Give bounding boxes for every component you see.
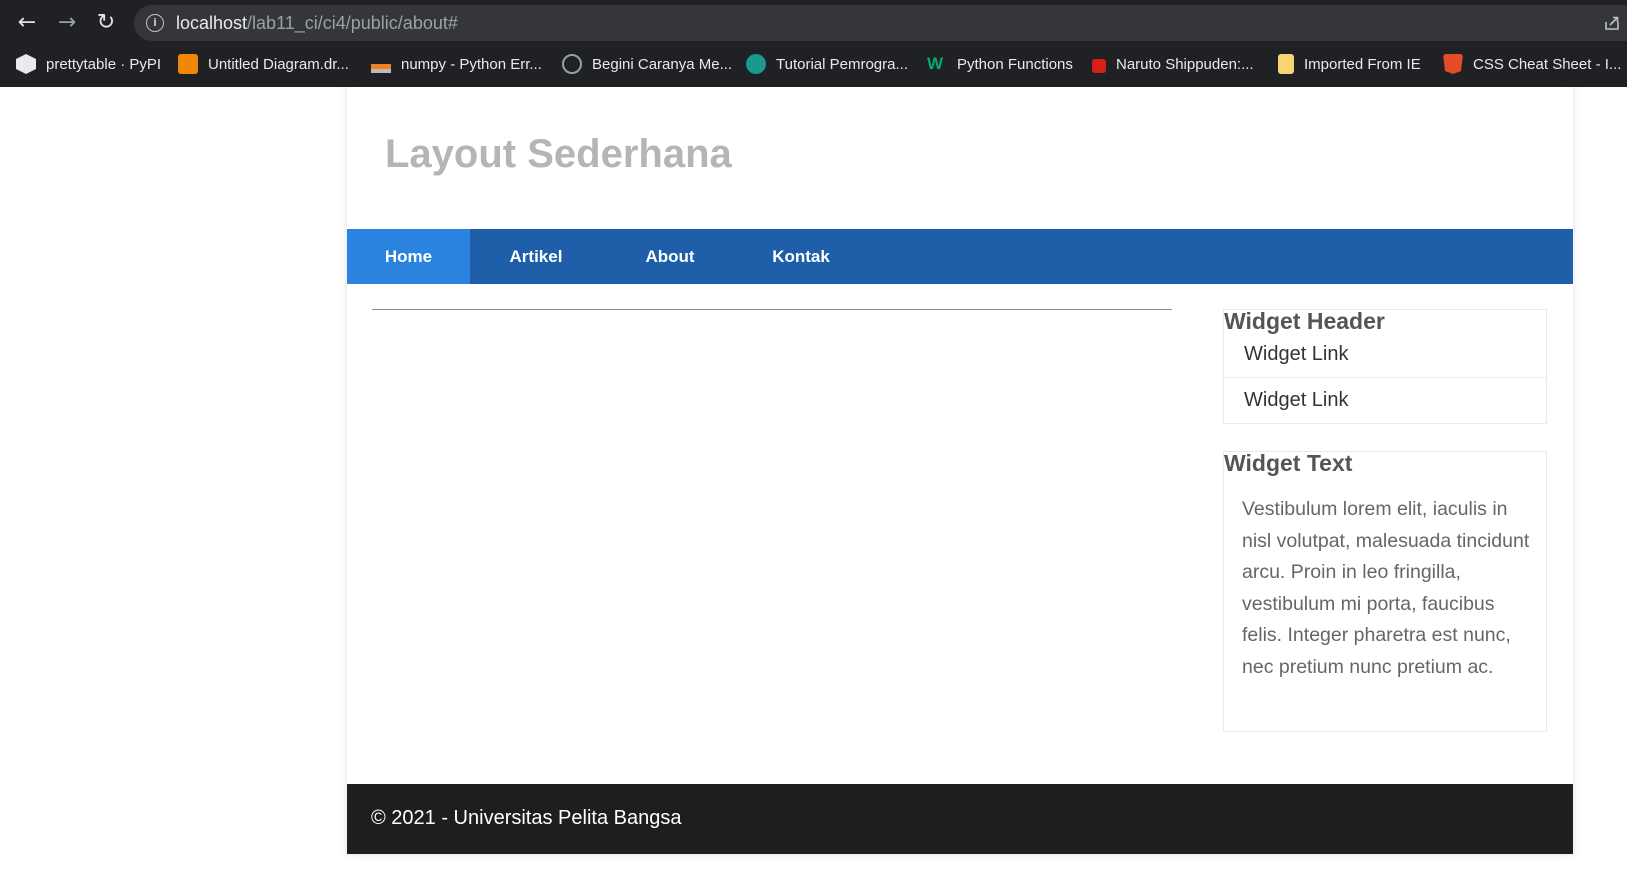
footer-text: © 2021 - Universitas Pelita Bangsa (371, 807, 682, 829)
widget-link[interactable]: Widget Link (1224, 377, 1546, 422)
bookmark-label: CSS Cheat Sheet - I... (1473, 55, 1622, 73)
bookmark-item[interactable]: Tutorial Pemrogra... (746, 51, 908, 77)
bookmark-label: Naruto Shippuden:... (1116, 55, 1254, 73)
nav-home[interactable]: Home (347, 229, 470, 284)
nav-artikel[interactable]: Artikel (475, 229, 597, 284)
back-arrow-icon[interactable]: ← (12, 8, 42, 38)
site-logo-icon (746, 54, 766, 74)
w3schools-icon: W (927, 54, 944, 73)
stackoverflow-icon (371, 55, 391, 73)
bookmark-label: Python Functions (957, 55, 1073, 73)
widget-header-box: Widget Header Widget Link Widget Link (1223, 308, 1547, 424)
widget-text-box: Widget Text Vestibulum lorem elit, iacul… (1223, 450, 1547, 732)
bookmark-label: Begini Caranya Me... (592, 55, 733, 73)
bookmark-item[interactable]: prettytable · PyPI (16, 51, 161, 77)
widget-link[interactable]: Widget Link (1224, 332, 1546, 377)
globe-icon (562, 54, 582, 74)
bookmark-item[interactable]: numpy - Python Err... (371, 51, 542, 77)
bookmark-item[interactable]: CSS Cheat Sheet - I... (1443, 51, 1621, 77)
page-container: Layout Sederhana Home Artikel About Kont… (347, 87, 1573, 854)
reload-icon[interactable]: ↻ (91, 8, 121, 38)
site-info-icon[interactable]: i (146, 14, 164, 32)
bookmark-label: numpy - Python Err... (401, 55, 542, 73)
browser-chrome: ← → ↻ i localhost/lab11_ci/ci4/public/ab… (0, 0, 1627, 87)
main-nav: Home Artikel About Kontak (347, 229, 1573, 284)
nav-about[interactable]: About (609, 229, 731, 284)
drawio-icon (178, 54, 198, 74)
pypi-cube-icon (16, 54, 36, 74)
site-title: Layout Sederhana (385, 132, 732, 176)
widget-header-title: Widget Header (1224, 308, 1385, 334)
content-divider (372, 309, 1172, 310)
share-icon[interactable] (1603, 14, 1621, 32)
bookmark-label: prettytable · PyPI (46, 55, 162, 73)
bookmark-item[interactable]: Begini Caranya Me... (562, 51, 732, 77)
widget-text-title: Widget Text (1224, 450, 1353, 476)
css-shield-icon (1443, 54, 1463, 74)
url-path: /lab11_ci/ci4/public/about# (247, 13, 458, 33)
red-lock-icon (1092, 59, 1106, 73)
forward-arrow-icon[interactable]: → (52, 8, 82, 38)
url-host: localhost (176, 13, 248, 33)
url-text[interactable]: localhost/lab11_ci/ci4/public/about# (176, 13, 458, 34)
widget-text-body: Vestibulum lorem elit, iaculis in nisl v… (1242, 498, 1530, 678)
site-footer: © 2021 - Universitas Pelita Bangsa (347, 784, 1573, 854)
nav-kontak[interactable]: Kontak (740, 229, 862, 284)
bookmark-item[interactable]: Imported From IE (1278, 51, 1421, 77)
bookmark-item[interactable]: Naruto Shippuden:... (1092, 51, 1254, 77)
folder-icon (1278, 54, 1294, 74)
bookmarks-bar: prettytable · PyPI Untitled Diagram.dr..… (0, 47, 1627, 83)
bookmark-label: Untitled Diagram.dr... (208, 55, 349, 73)
bookmark-item[interactable]: Untitled Diagram.dr... (178, 51, 349, 77)
address-bar[interactable]: i localhost/lab11_ci/ci4/public/about# (134, 5, 1627, 41)
bookmark-label: Tutorial Pemrogra... (776, 55, 908, 73)
bookmark-label: Imported From IE (1304, 55, 1421, 73)
bookmark-item[interactable]: W Python Functions (927, 51, 1073, 77)
